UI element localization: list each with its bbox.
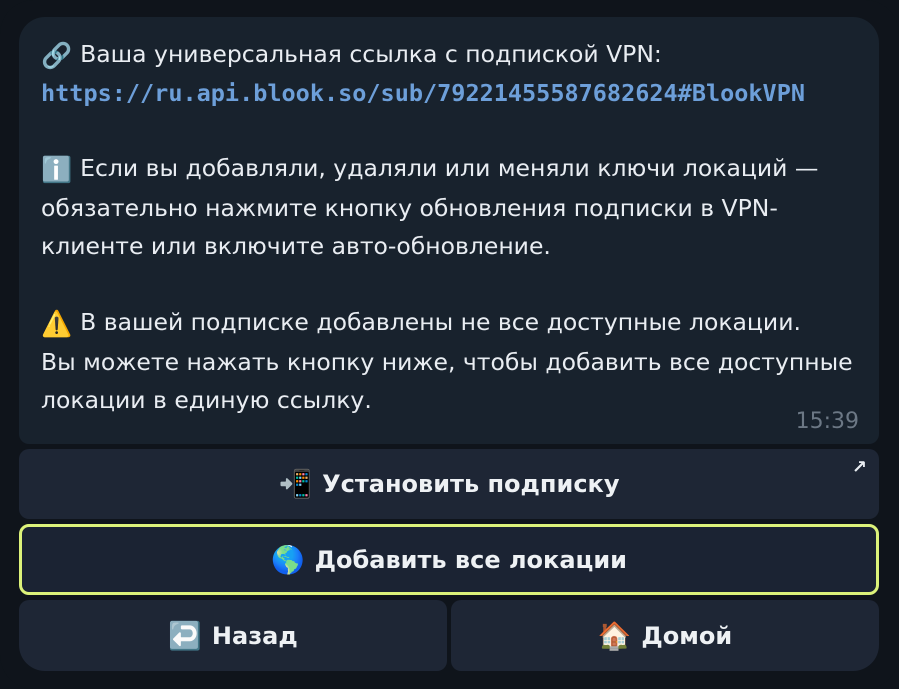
info-icon: ℹ️: [41, 155, 73, 184]
globe-icon: 🌎: [271, 544, 305, 576]
warning-line-3: локации в единую ссылку.: [41, 386, 372, 414]
back-label: Назад: [211, 621, 298, 650]
subscription-heading: 🔗 Ваша универсальная ссылка с подпиской V…: [41, 35, 857, 75]
info-line-2: обязательно нажмите кнопку обновления по…: [41, 194, 778, 222]
return-arrow-icon: ↩️: [168, 620, 202, 652]
back-button[interactable]: ↩️ Назад: [19, 600, 447, 671]
link-icon: 🔗: [41, 41, 73, 70]
warning-line-2: Вы можете нажать кнопку ниже, чтобы доба…: [41, 348, 853, 376]
info-text-1: Если вы добавляли, удаляли или меняли кл…: [80, 154, 819, 182]
subscription-heading-text: Ваша универсальная ссылка с подпиской VP…: [80, 40, 662, 68]
home-label: Домой: [641, 621, 733, 650]
external-link-icon: ↗: [851, 457, 867, 478]
warning-icon: ⚠️: [41, 309, 73, 338]
house-icon: 🏠: [597, 620, 632, 652]
install-subscription-label: Установить подписку: [322, 470, 620, 498]
warning-line-1: ⚠️ В вашей подписке добавлены не все дост…: [41, 303, 857, 343]
install-subscription-button[interactable]: 📲 Установить подписку ↗: [19, 449, 879, 519]
warning-text-1: В вашей подписке добавлены не все доступ…: [80, 308, 801, 336]
add-all-locations-button[interactable]: 🌎 Добавить все локации: [19, 524, 879, 595]
chat-frame: 🔗 Ваша универсальная ссылка с подпиской V…: [0, 0, 899, 689]
info-line-3: клиенте или включите авто-обновление.: [41, 232, 551, 260]
info-line-1: ℹ️ Если вы добавляли, удаляли или меняли …: [41, 149, 857, 189]
message-time: 15:39: [795, 409, 859, 434]
message-bubble: 🔗 Ваша универсальная ссылка с подпиской V…: [19, 17, 879, 444]
home-button[interactable]: 🏠 Домой: [451, 600, 879, 671]
subscription-link[interactable]: https://ru.api.blook.so/sub/792214555876…: [41, 75, 861, 111]
add-all-locations-label: Добавить все локации: [314, 545, 627, 574]
phone-arrow-icon: 📲: [278, 469, 313, 500]
